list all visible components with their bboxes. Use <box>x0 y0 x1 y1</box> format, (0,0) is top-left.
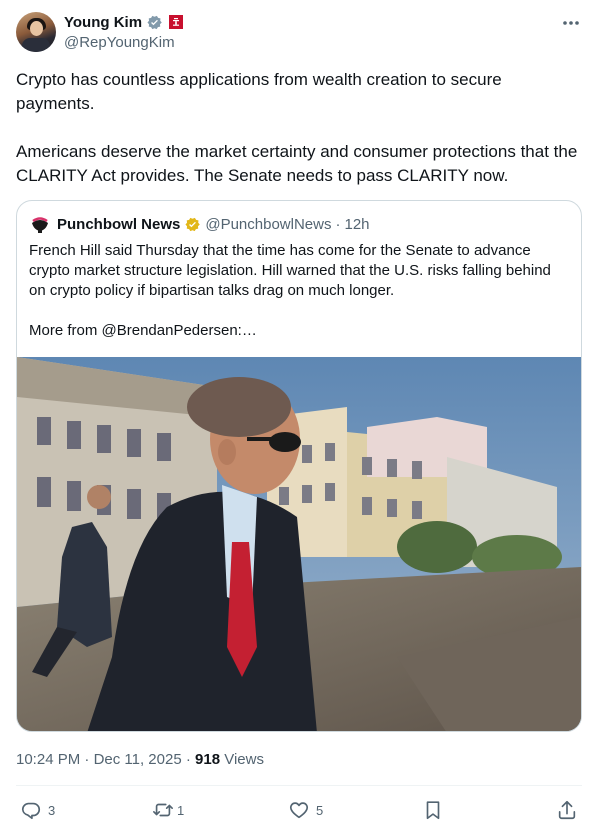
quoted-tweet[interactable]: Punchbowl News @PunchbowlNews · 12h Fren… <box>16 200 582 732</box>
author-display-name[interactable]: Young Kim <box>64 14 142 31</box>
heart-icon <box>290 802 308 819</box>
repost-button[interactable]: 1 <box>152 796 184 824</box>
author-handle[interactable]: @RepYoungKim <box>64 33 183 53</box>
quote-header: Punchbowl News @PunchbowlNews · 12h <box>29 213 370 235</box>
gold-verified-badge-icon <box>185 217 201 231</box>
quote-handle[interactable]: @PunchbowlNews <box>205 216 331 233</box>
like-count: 5 <box>316 802 324 818</box>
author-block: Young Kim @RepYoungKim <box>64 12 184 53</box>
flag-icon <box>169 15 184 29</box>
meta-separator: · <box>84 751 90 768</box>
quote-text: French Hill said Thursday that the time … <box>29 242 551 339</box>
punchbowl-logo-icon[interactable] <box>29 213 51 235</box>
tweet-text: Crypto has countless applications from w… <box>16 70 578 185</box>
verified-badge-icon <box>147 15 162 29</box>
quote-time[interactable]: 12h <box>344 216 369 233</box>
tweet-time[interactable]: 10:24 PM <box>16 751 80 768</box>
action-bar: 3 1 5 <box>0 796 598 824</box>
quote-separator: · <box>335 215 341 233</box>
views-label: Views <box>224 751 264 768</box>
quote-photo[interactable] <box>17 357 581 731</box>
share-button[interactable] <box>556 796 578 824</box>
reply-icon <box>21 802 41 820</box>
reply-button[interactable]: 3 <box>20 796 55 824</box>
repost-icon <box>153 803 173 817</box>
reply-count: 3 <box>48 802 56 818</box>
quote-display-name[interactable]: Punchbowl News <box>57 216 180 233</box>
bookmark-button[interactable] <box>422 796 444 824</box>
tweet-meta: 10:24 PM · Dec 11, 2025 · 918 Views <box>16 749 264 771</box>
share-icon <box>558 800 576 820</box>
more-options-icon[interactable] <box>560 14 582 32</box>
bookmark-icon <box>426 801 440 820</box>
divider <box>16 785 582 786</box>
photo-scene-illustration <box>17 357 581 731</box>
meta-separator: · <box>185 751 191 768</box>
tweet-date[interactable]: Dec 11, 2025 <box>94 751 182 768</box>
repost-count: 1 <box>177 802 185 818</box>
like-button[interactable]: 5 <box>288 796 323 824</box>
avatar[interactable] <box>16 12 56 52</box>
tweet-card: Young Kim @RepYoungKim Crypto has countl… <box>0 0 598 834</box>
views-count: 918 <box>195 751 221 768</box>
